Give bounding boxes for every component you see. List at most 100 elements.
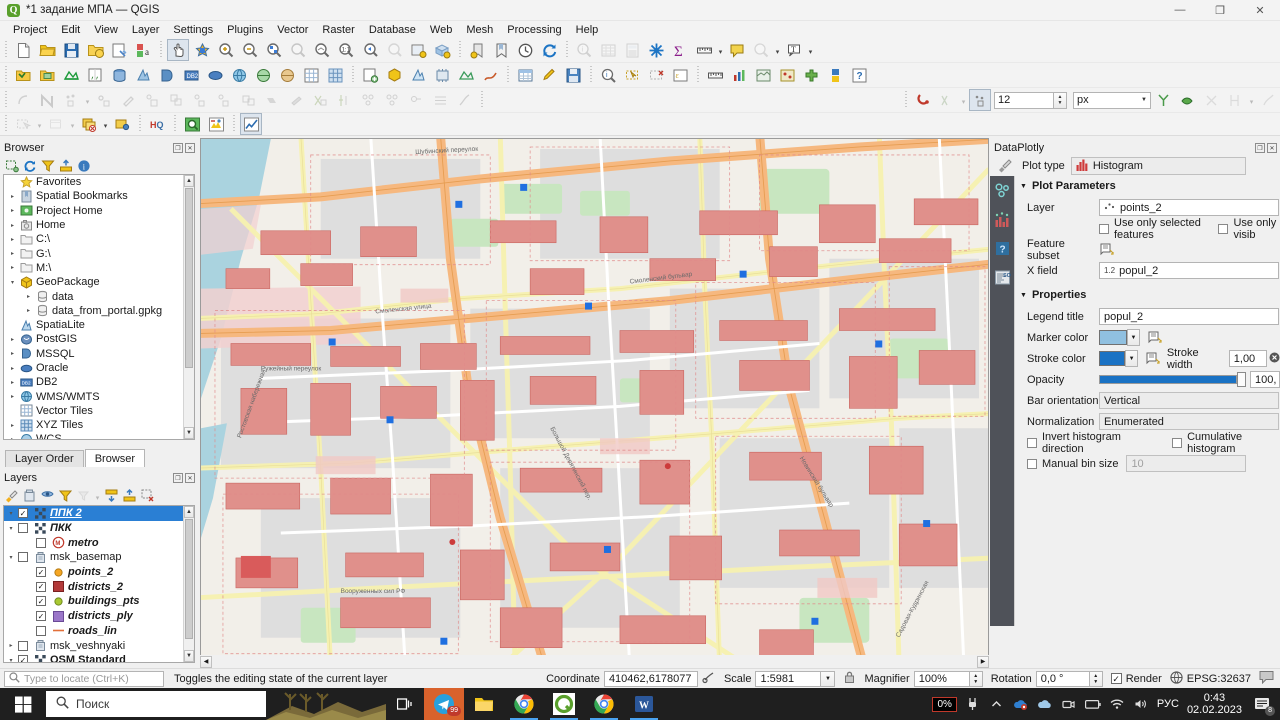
snapping-self-icon[interactable] <box>1200 89 1222 111</box>
browser-item[interactable]: Favorites <box>4 175 194 189</box>
expander-icon[interactable]: ▸ <box>6 193 19 200</box>
scale-dropdown-icon[interactable]: ▼ <box>821 670 836 687</box>
open-layer-styling-icon[interactable] <box>3 487 20 504</box>
layer-visibility-checkbox[interactable]: ✓ <box>36 596 46 607</box>
add-layer-icon[interactable] <box>3 157 20 174</box>
wifi-icon[interactable] <box>1109 696 1125 712</box>
plugin-manager-icon[interactable] <box>800 64 822 86</box>
text-annotation-icon[interactable]: T <box>783 39 805 61</box>
browser-close-button[interactable]: ✕ <box>185 143 195 153</box>
magnifier-input[interactable]: 100% <box>913 670 970 687</box>
plot-type-select[interactable]: Histogram <box>1070 157 1246 175</box>
snapping-units-select[interactable]: px ▼ <box>1073 91 1151 109</box>
battery-percent-badge[interactable]: 0% <box>932 696 957 712</box>
toolbar-grip[interactable] <box>563 41 570 59</box>
map-tips-icon[interactable] <box>726 39 748 61</box>
scroll-up-icon[interactable]: ▲ <box>184 175 194 187</box>
scroll-left-icon[interactable]: ◀ <box>200 655 212 668</box>
hq-rendering-icon[interactable]: HQ <box>146 113 168 135</box>
expander-icon[interactable]: ▸ <box>6 350 19 357</box>
browser-item[interactable]: Vector Tiles <box>4 404 194 418</box>
new-spatialite-layer-icon[interactable] <box>407 64 429 86</box>
new-geopackage-layer-icon[interactable] <box>383 64 405 86</box>
snapping-tolerance-input[interactable]: 12 <box>994 91 1054 109</box>
topological-editing-icon[interactable] <box>1152 89 1174 111</box>
simplify-feature-icon[interactable] <box>285 89 307 111</box>
layer-visibility-checkbox[interactable]: ✓ <box>18 655 28 662</box>
layer-item[interactable]: ✓ districts_ply <box>4 609 194 624</box>
browser-item[interactable]: ▸ G:\ <box>4 246 194 260</box>
scale-input[interactable]: 1:5981 <box>755 670 822 687</box>
merge-features-icon[interactable] <box>237 89 259 111</box>
add-spatialite-layer-icon[interactable] <box>132 64 154 86</box>
menu-mesh[interactable]: Mesh <box>459 22 500 38</box>
snapping-mode-icon[interactable] <box>936 89 958 111</box>
add-ring-icon[interactable] <box>309 89 331 111</box>
layer-item[interactable]: ▸ msk_veshnyaki <box>4 638 194 653</box>
georeferencer-icon[interactable] <box>776 64 798 86</box>
chevron-down-icon[interactable]: ▾ <box>83 89 92 111</box>
layer-item[interactable]: roads_lin <box>4 624 194 639</box>
toolbar-grip[interactable] <box>456 41 463 59</box>
delete-selected-icon[interactable] <box>213 89 235 111</box>
zoom-native-icon[interactable]: 1:1 <box>335 39 357 61</box>
menu-plugins[interactable]: Plugins <box>220 22 270 38</box>
help-icon[interactable]: ? <box>994 240 1011 260</box>
layer-expander-icon[interactable]: ▾ <box>4 657 18 662</box>
layer-visibility-checkbox[interactable] <box>18 523 28 534</box>
expander-icon[interactable]: ▸ <box>6 422 19 429</box>
cloud-icon[interactable] <box>1037 696 1053 712</box>
open-project-icon[interactable] <box>36 39 58 61</box>
stroke-width-input[interactable]: 1,00 <box>1228 350 1267 367</box>
dataplotly-close-button[interactable]: ✕ <box>1267 143 1277 153</box>
layer-visibility-checkbox[interactable] <box>36 537 46 548</box>
battery-icon[interactable] <box>1084 696 1101 712</box>
chevron-down-icon[interactable]: ▾ <box>35 113 44 135</box>
add-db2-layer-icon[interactable]: DB2 <box>180 64 202 86</box>
chrome-app-1[interactable] <box>504 688 544 720</box>
coordinate-capture-icon[interactable] <box>702 670 716 687</box>
open-attribute-table-icon[interactable] <box>514 64 536 86</box>
marker-color-dropdown-icon[interactable]: ▼ <box>1127 329 1140 346</box>
style-manager-icon[interactable]: a <box>132 39 154 61</box>
stroke-color-expression-icon[interactable] <box>1145 350 1161 368</box>
stroke-color-swatch[interactable] <box>1099 351 1126 366</box>
expander-icon[interactable]: ▸ <box>22 293 35 300</box>
select-features-icon[interactable] <box>750 39 772 61</box>
browser-scrollbar[interactable]: ▲ ▼ <box>183 175 194 439</box>
menu-project[interactable]: Project <box>6 22 54 38</box>
map-horizontal-scrollbar[interactable]: ◀ ▶ <box>200 655 989 668</box>
cumulative-histogram-checkbox[interactable] <box>1172 437 1183 448</box>
new-map-icon[interactable] <box>752 64 774 86</box>
new-print-layout-icon[interactable] <box>108 39 130 61</box>
toolbar-grip[interactable] <box>171 115 178 133</box>
modify-attributes-icon[interactable] <box>117 89 139 111</box>
word-app[interactable]: W <box>624 688 664 720</box>
save-project-icon[interactable] <box>60 39 82 61</box>
add-wfs-layer-icon[interactable] <box>276 64 298 86</box>
toolbar-grip[interactable] <box>504 66 511 84</box>
map-canvas-container[interactable]: Смоленская улица Смоленский бульвар Шуби… <box>200 138 989 668</box>
normalization-select[interactable]: Enumerated <box>1099 413 1279 430</box>
add-delimited-text-layer-icon[interactable]: ,, <box>84 64 106 86</box>
use-visible-features-checkbox[interactable] <box>1218 223 1229 234</box>
expander-icon[interactable]: ▸ <box>6 365 19 372</box>
layer-expander-icon[interactable]: ▾ <box>4 525 18 532</box>
add-mesh-layer-icon[interactable] <box>60 64 82 86</box>
messages-icon[interactable] <box>1259 670 1274 687</box>
maximize-button[interactable]: ❐ <box>1200 0 1240 21</box>
zoom-to-layer-icon[interactable] <box>311 39 333 61</box>
minimize-button[interactable]: — <box>1160 0 1200 21</box>
manual-bin-size-checkbox[interactable] <box>1027 458 1037 469</box>
toolbar-grip[interactable] <box>2 115 9 133</box>
vertex-tool-icon[interactable] <box>93 89 115 111</box>
layers-scrollbar[interactable]: ▲ ▼ <box>183 506 194 662</box>
plot-type-icon[interactable] <box>994 211 1011 231</box>
refresh-icon[interactable] <box>538 39 560 61</box>
toolbar-grip[interactable] <box>478 91 485 109</box>
browser-item[interactable]: ▸ Oracle <box>4 361 194 375</box>
add-group-icon[interactable] <box>21 487 38 504</box>
snapping-intersection-icon[interactable] <box>1224 89 1246 111</box>
taskbar-clock[interactable]: 0:43 02.02.2023 <box>1187 692 1242 716</box>
properties-icon[interactable]: i <box>75 157 92 174</box>
